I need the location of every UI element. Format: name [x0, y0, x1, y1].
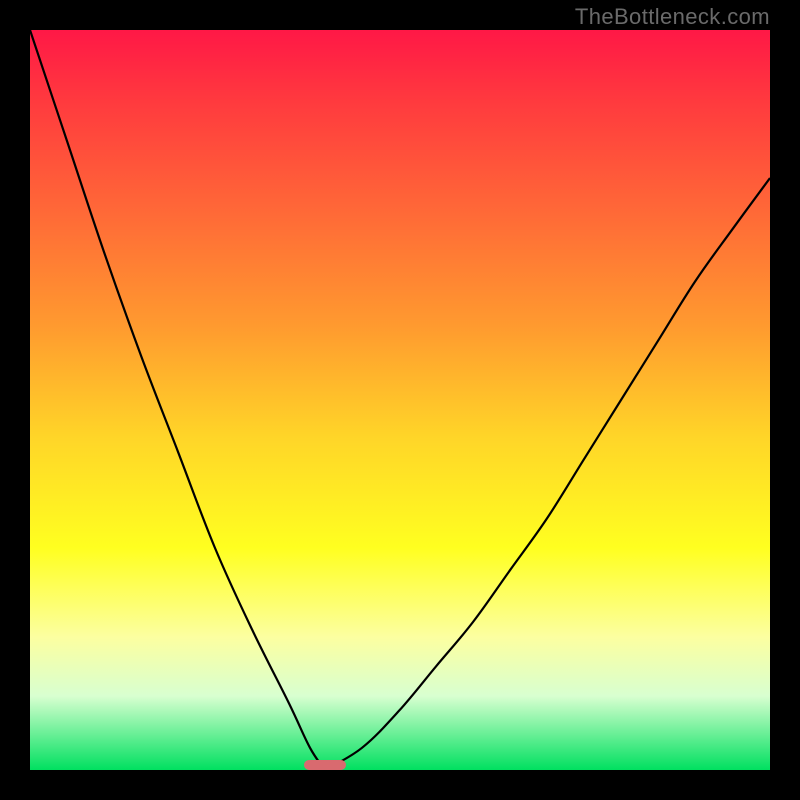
watermark-text: TheBottleneck.com — [575, 4, 770, 30]
curve-left-branch — [30, 30, 325, 770]
chart-frame: TheBottleneck.com — [0, 0, 800, 800]
plot-area — [30, 30, 770, 770]
bottleneck-curve — [30, 30, 770, 770]
curve-right-branch — [325, 178, 770, 770]
optimal-range-marker — [304, 760, 346, 770]
